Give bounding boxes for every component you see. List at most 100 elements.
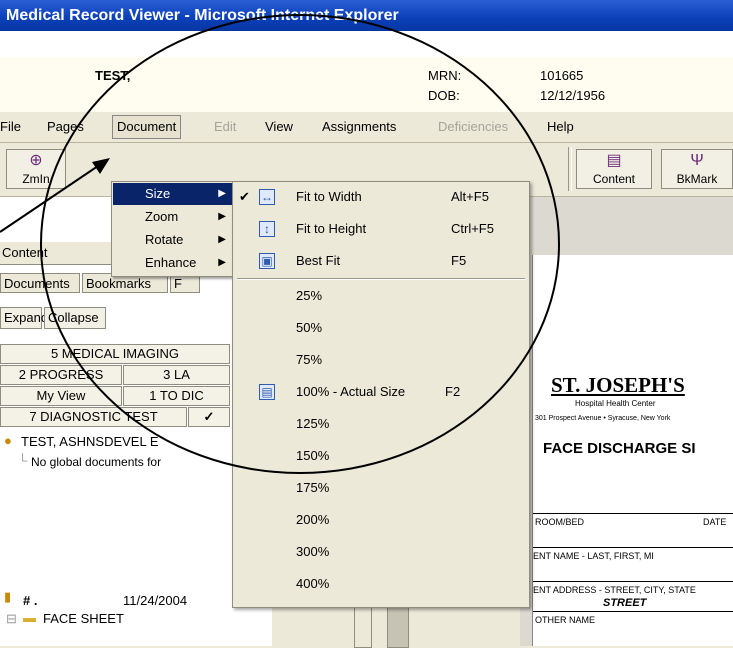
- filter-my-view[interactable]: My View: [0, 386, 122, 406]
- check-icon[interactable]: ✓: [188, 407, 230, 427]
- menu-deficiencies[interactable]: Deficiencies: [434, 116, 512, 138]
- menu-item-label: Rotate: [145, 232, 184, 247]
- menu-view[interactable]: View: [261, 116, 297, 138]
- filter-medical-imaging[interactable]: 5 MEDICAL IMAGING: [0, 344, 230, 364]
- menu-bar: File Pages Document Edit View Assignment…: [0, 112, 733, 143]
- hospital-logo: ST. JOSEPH'S: [551, 373, 685, 397]
- menu-item-shortcut: Alt+F5: [451, 189, 489, 204]
- menu-item-150[interactable]: 150%: [233, 441, 529, 471]
- form-line: [533, 611, 733, 612]
- document-menu: Size ▶ Zoom ▶ Rotate ▶ Enhance ▶: [111, 181, 234, 277]
- menu-item-rotate[interactable]: Rotate ▶: [113, 229, 232, 251]
- submenu-arrow-icon: ▶: [218, 188, 226, 199]
- mrn-value: 101665: [540, 68, 584, 83]
- menu-item-50[interactable]: 50%: [233, 313, 529, 343]
- patient-icon: ●: [4, 433, 12, 448]
- menu-separator: [237, 278, 525, 280]
- bookmark-button[interactable]: Ψ BkMark: [661, 149, 733, 189]
- menu-help[interactable]: Help: [543, 116, 578, 138]
- form-line: [533, 513, 733, 514]
- toolbar-separator: [568, 147, 572, 191]
- form-line: [533, 547, 733, 548]
- form-line: [533, 581, 733, 582]
- menu-item-label: 50%: [296, 320, 323, 335]
- actual-size-icon: ▤: [259, 384, 275, 400]
- document-icon: ▮: [4, 589, 12, 604]
- menu-item-shortcut: Ctrl+F5: [451, 221, 494, 236]
- expand-button[interactable]: Expand: [0, 307, 48, 329]
- menu-item-300[interactable]: 300%: [233, 537, 529, 567]
- hospital-address: 301 Prospect Avenue • Syracuse, New York: [535, 415, 671, 422]
- menu-item-label: Zoom: [145, 209, 179, 224]
- tree-connector: └: [18, 453, 28, 468]
- mrn-label: MRN:: [428, 68, 462, 83]
- menu-item-label: 150%: [296, 448, 330, 463]
- collapse-button[interactable]: Collapse: [44, 307, 106, 329]
- document-page: ST. JOSEPH'S Hospital Health Center 301 …: [532, 255, 733, 646]
- date-label: DATE: [703, 517, 727, 527]
- menu-item-shortcut: F2: [445, 384, 461, 399]
- menu-item-best-fit[interactable]: ▣ Best Fit F5: [233, 246, 529, 276]
- menu-item-label: 125%: [296, 416, 330, 431]
- menu-item-enhance[interactable]: Enhance ▶: [113, 252, 232, 274]
- menu-item-size[interactable]: Size ▶: [113, 183, 232, 205]
- menu-item-label: Fit to Width: [296, 189, 362, 204]
- street-value: STREET: [603, 597, 647, 609]
- submenu-arrow-icon: ▶: [218, 257, 226, 268]
- menu-item-label: 75%: [296, 352, 323, 367]
- fit-width-icon: ↔: [259, 189, 275, 205]
- content-icon: ▤: [606, 152, 622, 169]
- menu-item-label: 300%: [296, 544, 330, 559]
- best-fit-icon: ▣: [259, 253, 275, 269]
- menu-edit[interactable]: Edit: [210, 116, 240, 138]
- content-button[interactable]: ▤ Content: [576, 149, 652, 189]
- dob-label: DOB:: [428, 88, 460, 103]
- menu-pages[interactable]: Pages: [43, 116, 88, 138]
- content-pane-label: Content: [2, 245, 48, 260]
- menu-item-fit-to-height[interactable]: ↕ Fit to Height Ctrl+F5: [233, 214, 529, 244]
- menu-item-fit-to-width[interactable]: ✔ ↔ Fit to Width Alt+F5: [233, 182, 529, 212]
- menu-document[interactable]: Document: [112, 115, 182, 139]
- zoom-in-icon: ⊕: [29, 152, 43, 169]
- submenu-arrow-icon: ▶: [218, 211, 226, 222]
- filter-to-dic[interactable]: 1 TO DIC: [123, 386, 230, 406]
- check-icon: ✔: [239, 189, 250, 204]
- filter-diagnostic-test[interactable]: 7 DIAGNOSTIC TEST: [0, 407, 187, 427]
- patient-name-label: ENT NAME - LAST, FIRST, MI: [533, 551, 654, 561]
- menu-item-75[interactable]: 75%: [233, 345, 529, 375]
- tab-documents[interactable]: Documents: [0, 273, 80, 293]
- tree-expander[interactable]: ⊟: [6, 611, 17, 627]
- filter-progress-note[interactable]: 2 PROGRESS NOTE: [0, 365, 122, 400]
- document-heading: FACE DISCHARGE SI: [543, 440, 696, 457]
- size-submenu: ✔ ↔ Fit to Width Alt+F5 ↕ Fit to Height …: [232, 181, 530, 608]
- menu-item-200[interactable]: 200%: [233, 505, 529, 535]
- menu-item-zoom[interactable]: Zoom ▶: [113, 206, 232, 228]
- patient-address-label: ENT ADDRESS - STREET, CITY, STATE: [533, 585, 696, 595]
- folder-icon: ▬: [23, 610, 36, 625]
- content-label: Content: [592, 172, 636, 186]
- window-title: Medical Record Viewer - Microsoft Intern…: [0, 0, 733, 31]
- patient-tree-node[interactable]: TEST, ASHNSDEVEL E: [21, 434, 159, 449]
- bookmark-label: BkMark: [676, 172, 718, 186]
- document-date[interactable]: 11/24/2004: [123, 593, 187, 608]
- menu-item-175[interactable]: 175%: [233, 473, 529, 503]
- other-name-label: OTHER NAME: [535, 615, 596, 625]
- menu-item-label: Fit to Height: [296, 221, 367, 236]
- fit-height-icon: ↕: [259, 221, 275, 237]
- zoom-in-button[interactable]: ⊕ ZmIn: [6, 149, 66, 189]
- room-bed-label: ROOM/BED: [535, 517, 585, 527]
- menu-assignments[interactable]: Assignments: [318, 116, 400, 138]
- submenu-arrow-icon: ▶: [218, 234, 226, 245]
- filter-la[interactable]: 3 LA: [123, 365, 230, 385]
- menu-item-label: 100% - Actual Size: [296, 384, 406, 399]
- menu-item-125[interactable]: 125%: [233, 409, 529, 439]
- menu-file[interactable]: File: [0, 116, 25, 138]
- menu-item-label: Enhance: [145, 255, 197, 270]
- patient-header: TEST, MRN: 101665 DOB: 12/12/1956: [0, 57, 733, 113]
- menu-item-400[interactable]: 400%: [233, 569, 529, 599]
- document-number[interactable]: # .: [23, 593, 37, 608]
- menu-item-100-actual-size[interactable]: ▤ 100% - Actual Size F2: [233, 377, 529, 407]
- folder-face-sheet[interactable]: FACE SHEET: [43, 611, 124, 626]
- menu-item-25[interactable]: 25%: [233, 281, 529, 311]
- menu-item-label: 200%: [296, 512, 330, 527]
